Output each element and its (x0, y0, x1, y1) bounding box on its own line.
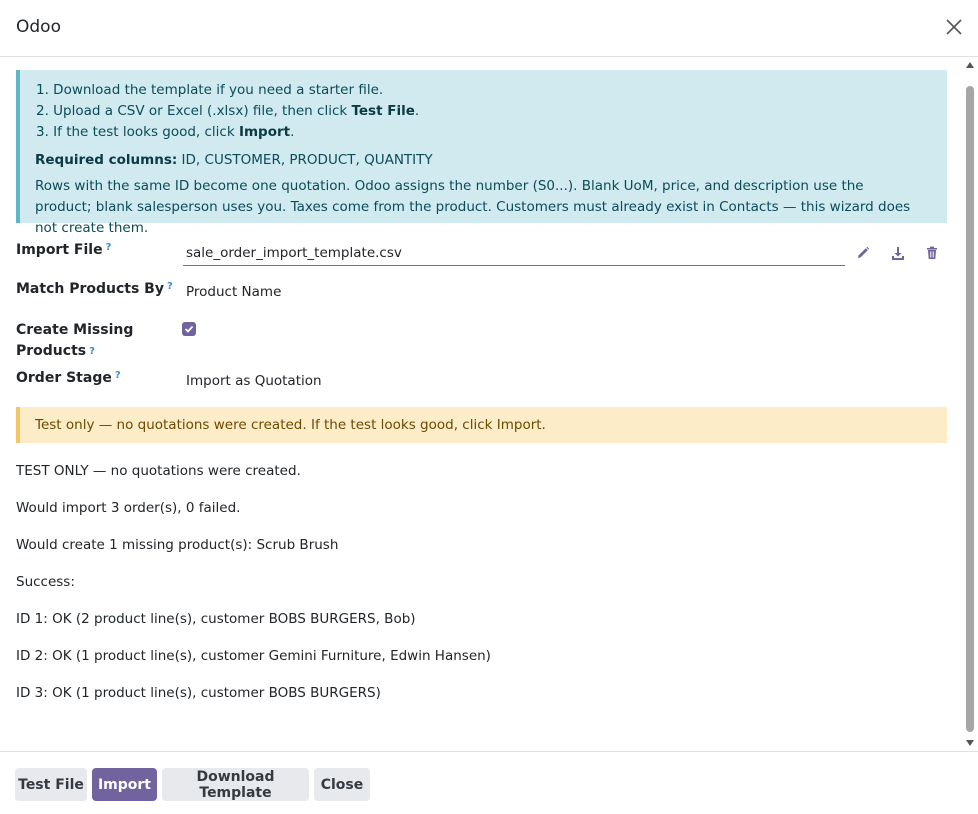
import-dialog: Odoo 1. Download the template if you nee… (0, 0, 978, 814)
scroll-down-arrow-icon[interactable] (966, 740, 974, 746)
step-2-end: . (414, 103, 420, 119)
import-file-label-text: Import File (16, 242, 103, 258)
close-button[interactable]: Close (314, 768, 370, 801)
step-1: 1. Download the template if you need a s… (36, 82, 384, 98)
match-products-label-text: Match Products By (16, 281, 164, 297)
step-2: 2. Upload a CSV or Excel (.xlsx) file, t… (36, 101, 419, 122)
instructions-alert: 1. Download the template if you need a s… (16, 70, 947, 236)
create-missing-label-line2: Products (16, 343, 87, 359)
match-products-label: Match Products By? (16, 281, 173, 297)
order-stage-label-text: Order Stage (16, 370, 112, 386)
download-icon[interactable] (890, 245, 906, 261)
step-3-bold: Import (238, 124, 291, 140)
step-2-bold: Test File (351, 103, 415, 119)
create-missing-label-line1: Create Missing (16, 322, 134, 338)
dialog-body: 1. Download the template if you need a s… (0, 58, 962, 750)
step-3-end: . (290, 124, 295, 140)
help-icon[interactable]: ? (89, 346, 95, 357)
result-line: ID 2: OK (1 product line(s), customer Ge… (16, 648, 491, 664)
test-warning-alert: Test only — no quotations were created. … (16, 407, 947, 443)
import-file-label: Import File? (16, 242, 111, 258)
help-icon[interactable]: ? (106, 242, 112, 253)
help-icon[interactable]: ? (167, 281, 173, 292)
order-stage-select[interactable]: Import as Quotation (186, 373, 322, 389)
create-missing-checkbox[interactable] (182, 322, 196, 336)
create-missing-label: Create Missing Products? (16, 320, 133, 362)
download-template-button[interactable]: Download Template (162, 768, 309, 801)
scroll-up-arrow-icon[interactable] (966, 62, 974, 68)
scrollbar[interactable] (962, 58, 978, 750)
close-icon[interactable] (944, 17, 964, 37)
result-line: Would create 1 missing product(s): Scrub… (16, 537, 339, 553)
result-line: ID 3: OK (1 product line(s), customer BO… (16, 685, 381, 701)
required-columns-value: ID, CUSTOMER, PRODUCT, QUANTITY (177, 152, 433, 168)
match-products-select[interactable]: Product Name (186, 284, 281, 300)
dialog-header: Odoo (0, 0, 978, 57)
step-3: 3. If the test looks good, click Import. (36, 122, 419, 143)
order-stage-label: Order Stage? (16, 370, 121, 386)
checkmark-icon (184, 325, 194, 333)
scroll-thumb[interactable] (966, 86, 974, 732)
step-3-text: 3. If the test looks good, click (36, 124, 239, 140)
pencil-icon[interactable] (855, 245, 871, 261)
step-2-text: 2. Upload a CSV or Excel (.xlsx) file, t… (36, 103, 352, 119)
required-columns: Required columns: ID, CUSTOMER, PRODUCT,… (35, 152, 433, 168)
help-icon[interactable]: ? (115, 370, 121, 381)
result-line: TEST ONLY — no quotations were created. (16, 463, 301, 479)
result-line: ID 1: OK (2 product line(s), customer BO… (16, 611, 416, 627)
import-note: Rows with the same ID become one quotati… (35, 178, 911, 236)
instruction-steps: 1. Download the template if you need a s… (36, 80, 419, 143)
dialog-footer: Test File Import Download Template Close (0, 751, 978, 814)
required-columns-label: Required columns: (35, 152, 178, 168)
import-file-field[interactable]: sale_order_import_template.csv (183, 240, 845, 266)
result-line: Would import 3 order(s), 0 failed. (16, 500, 241, 516)
result-line: Success: (16, 574, 75, 590)
import-button[interactable]: Import (92, 768, 157, 801)
dialog-title: Odoo (16, 17, 61, 37)
trash-icon[interactable] (924, 245, 940, 261)
test-file-button[interactable]: Test File (15, 768, 87, 801)
